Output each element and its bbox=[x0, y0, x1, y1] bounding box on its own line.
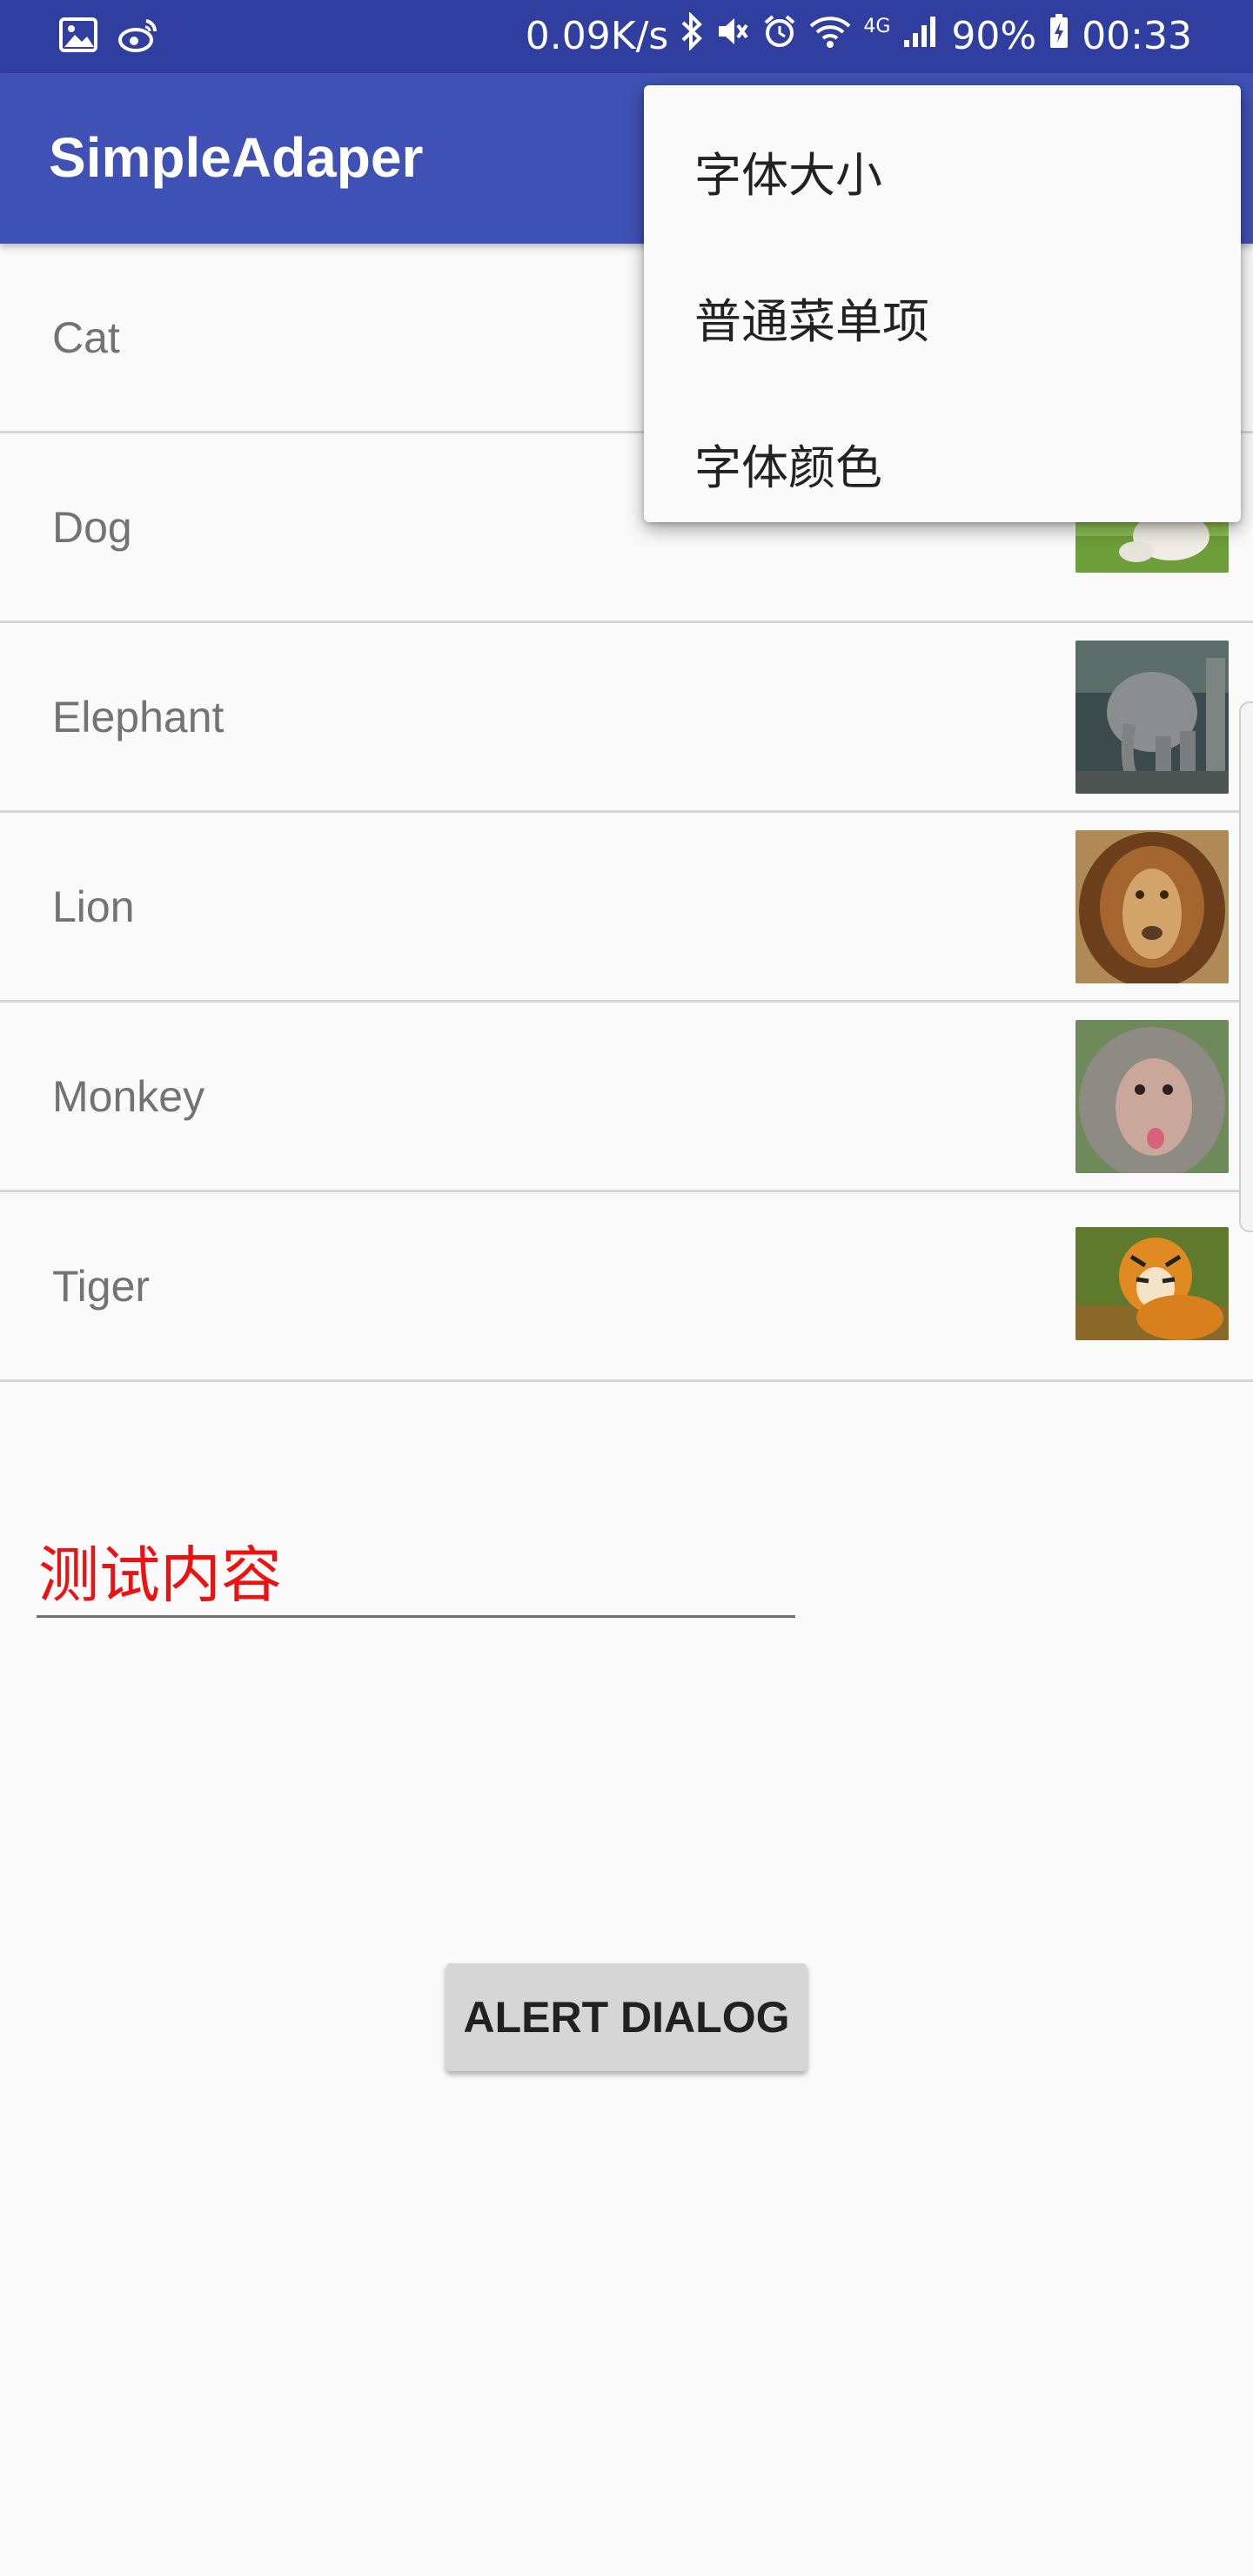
menu-item-font-color[interactable]: 字体颜色 bbox=[644, 390, 1241, 536]
monkey-photo bbox=[1075, 1020, 1229, 1173]
list-item[interactable]: Monkey bbox=[0, 1003, 1253, 1192]
network-type: 4G bbox=[863, 16, 891, 37]
mute-icon bbox=[715, 14, 750, 58]
app-title: SimpleAdaper bbox=[49, 126, 424, 189]
scrollbar[interactable] bbox=[1239, 701, 1253, 1232]
bluetooth-icon bbox=[680, 11, 703, 60]
list-item[interactable]: Lion bbox=[0, 813, 1253, 1003]
content-input-value: 测试内容 bbox=[38, 1540, 282, 1611]
tiger-photo bbox=[1075, 1227, 1229, 1340]
network-speed: 0.09K/s bbox=[525, 14, 669, 58]
content-input[interactable]: 测试内容 bbox=[37, 1514, 795, 1618]
menu-item-label: 字体颜色 bbox=[694, 439, 882, 495]
wifi-icon bbox=[809, 14, 851, 58]
menu-item-normal[interactable]: 普通菜单项 bbox=[644, 244, 1241, 390]
list-item[interactable]: Tiger bbox=[0, 1192, 1253, 1382]
clock: 00:33 bbox=[1082, 14, 1192, 58]
overflow-popup-menu: 字体大小 普通菜单项 字体颜色 bbox=[644, 85, 1241, 522]
list-item-label: Tiger bbox=[52, 1261, 151, 1311]
signal-icon bbox=[902, 14, 939, 58]
gallery-notification-icon bbox=[59, 17, 97, 56]
alarm-icon bbox=[762, 14, 797, 58]
menu-item-font-size[interactable]: 字体大小 bbox=[644, 97, 1241, 244]
list-item-label: Monkey bbox=[52, 1071, 205, 1121]
alert-dialog-button[interactable]: ALERT DIALOG bbox=[446, 1963, 807, 2071]
weibo-notification-icon bbox=[117, 17, 158, 56]
lion-photo bbox=[1075, 830, 1229, 983]
menu-item-label: 字体大小 bbox=[694, 147, 882, 203]
menu-item-label: 普通菜单项 bbox=[694, 293, 929, 349]
battery-percent: 90% bbox=[951, 14, 1037, 58]
list-item[interactable]: Elephant bbox=[0, 623, 1253, 813]
list-item-label: Cat bbox=[52, 312, 120, 362]
status-bar: 0.09K/s 4G 90% 00:33 bbox=[0, 0, 1253, 73]
list-item-label: Elephant bbox=[52, 692, 224, 741]
list-item-label: Dog bbox=[52, 502, 132, 552]
elephant-photo bbox=[1075, 641, 1229, 794]
list-item-label: Lion bbox=[52, 882, 135, 931]
battery-charging-icon bbox=[1049, 13, 1069, 59]
